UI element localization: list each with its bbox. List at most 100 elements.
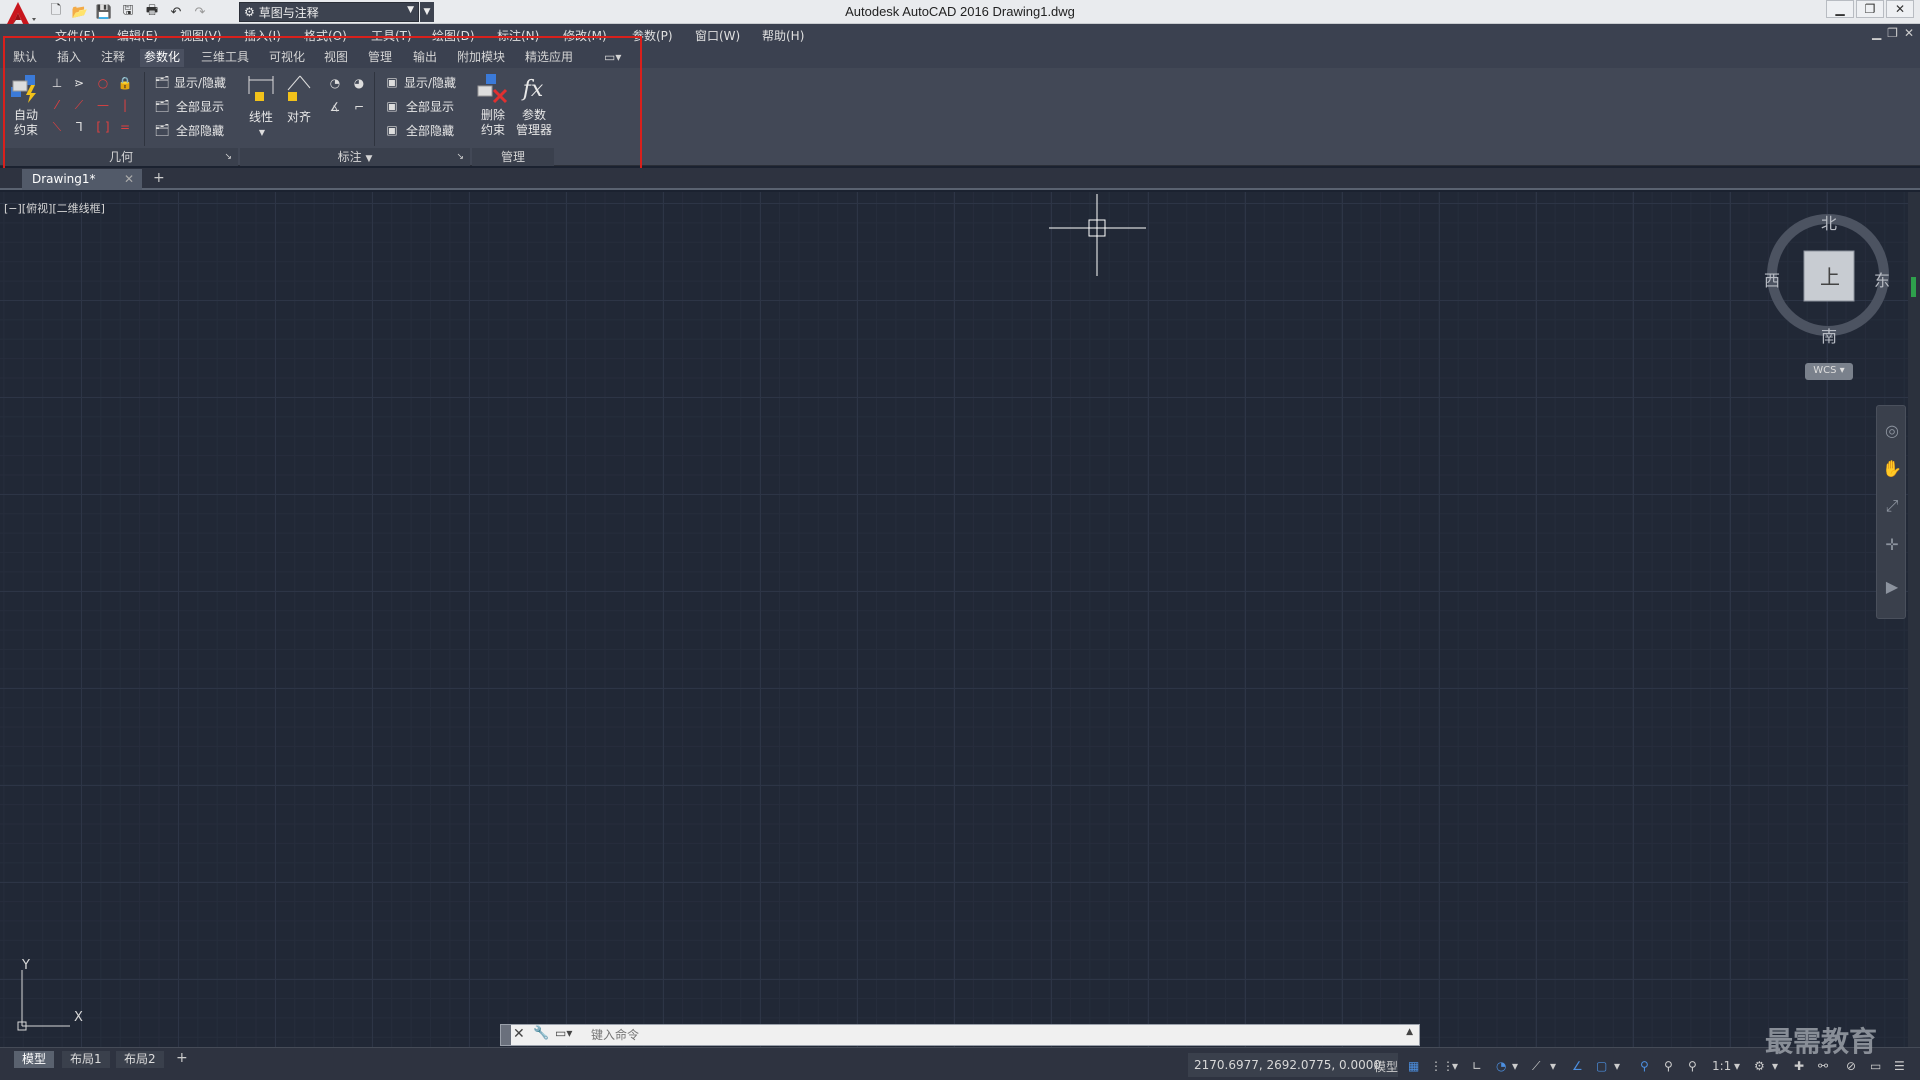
doc-minimize-icon[interactable]: ▁ xyxy=(1872,26,1881,40)
collinear-icon[interactable]: ⋗ xyxy=(70,74,88,92)
panel-dimensional-footer[interactable]: 标注 ▼ ↘ xyxy=(240,148,470,166)
compass-north[interactable]: 北 xyxy=(1821,210,1837,234)
annotation-visibility-icon[interactable]: ⚲ xyxy=(1640,1058,1649,1074)
document-tab[interactable]: Drawing1* ✕ xyxy=(22,169,142,190)
tab-addins[interactable]: 附加模块 xyxy=(453,49,509,67)
tab-parametric[interactable]: 参数化 xyxy=(140,49,185,67)
object-snap-icon[interactable]: ▢ xyxy=(1596,1058,1607,1074)
orbit-icon[interactable]: ✛ xyxy=(1882,534,1902,554)
object-snap-tracking-icon[interactable]: ∠ xyxy=(1572,1058,1583,1074)
menu-draw[interactable]: 绘图(D) xyxy=(432,27,475,44)
dimensional-show-hide[interactable]: 显示/隐藏 xyxy=(404,74,456,91)
angular-icon[interactable]: ∡ xyxy=(326,98,344,116)
menu-window[interactable]: 窗口(W) xyxy=(695,27,740,44)
fix-lock-icon[interactable]: 🔒 xyxy=(116,74,134,92)
model-space-toggle[interactable]: 模型 xyxy=(1374,1058,1398,1074)
menu-edit[interactable]: 编辑(E) xyxy=(117,27,158,44)
close-icon[interactable]: ✕ xyxy=(124,169,134,189)
menu-format[interactable]: 格式(O) xyxy=(304,27,347,44)
perpendicular-icon[interactable]: ⟋ xyxy=(70,96,88,114)
drawing-canvas[interactable] xyxy=(0,192,1908,1047)
tab-manage[interactable]: 管理 xyxy=(364,49,396,67)
doc-restore-icon[interactable]: ❐ xyxy=(1887,26,1898,40)
zoom-extents-icon[interactable]: ⤢ xyxy=(1882,496,1902,516)
menu-parametric[interactable]: 参数(P) xyxy=(632,27,673,44)
compass-east[interactable]: 东 xyxy=(1874,267,1890,291)
polar-dropdown-icon[interactable]: ▾ xyxy=(1512,1058,1518,1074)
coincident-icon[interactable]: ⊥ xyxy=(48,74,66,92)
wrench-icon[interactable]: 🔧 xyxy=(533,1026,549,1041)
auto-constrain-icon[interactable] xyxy=(8,71,44,105)
viewport-controls-label[interactable]: [−][俯视][二维线框] xyxy=(4,200,105,216)
restore-button[interactable]: ❐ xyxy=(1856,0,1884,18)
workspace-dropdown-icon[interactable]: ▾ xyxy=(1772,1058,1778,1074)
panel-geometry-footer[interactable]: 几何 ↘ xyxy=(4,148,238,166)
viewcube[interactable]: 北 南 东 西 上 xyxy=(1762,205,1894,347)
symmetric-icon[interactable]: [ ] xyxy=(94,118,112,136)
menu-file[interactable]: 文件(F) xyxy=(55,27,95,44)
dialog-launcher-icon[interactable]: ↘ xyxy=(224,148,232,166)
object-snap-dropdown-icon[interactable]: ▾ xyxy=(1614,1058,1620,1074)
delete-constraints-icon[interactable] xyxy=(476,72,510,106)
menu-dimension[interactable]: 标注(N) xyxy=(497,27,539,44)
isodraft-dropdown-icon[interactable]: ▾ xyxy=(1550,1058,1556,1074)
parameters-manager-label[interactable]: 参数 管理器 xyxy=(512,108,556,138)
parameters-manager-icon[interactable]: fx xyxy=(516,72,550,106)
command-input[interactable] xyxy=(591,1026,1371,1044)
parallel-icon[interactable]: ⁄ xyxy=(48,96,66,114)
compass-south[interactable]: 南 xyxy=(1821,323,1837,347)
workspace-gear-icon[interactable]: ⚙ xyxy=(1754,1058,1765,1074)
grid-icon[interactable]: ▦ xyxy=(1408,1058,1419,1074)
tab-annotate[interactable]: 注释 xyxy=(97,49,129,67)
aligned-dimension-icon[interactable] xyxy=(284,72,314,104)
tab-3d-tools[interactable]: 三维工具 xyxy=(197,49,253,67)
pan-icon[interactable]: ✋ xyxy=(1882,458,1902,478)
horizontal-icon[interactable]: — xyxy=(94,96,112,114)
polar-tracking-icon[interactable]: ◔ xyxy=(1496,1058,1506,1074)
ortho-icon[interactable]: ∟ xyxy=(1472,1058,1482,1074)
chevron-up-icon[interactable]: ▲ xyxy=(1406,1027,1413,1037)
menu-insert[interactable]: 插入(I) xyxy=(244,27,281,44)
minimize-button[interactable]: ▁ xyxy=(1826,0,1854,18)
close-icon[interactable]: ✕ xyxy=(513,1026,525,1042)
customize-menu-icon[interactable]: ☰ xyxy=(1894,1058,1905,1074)
tab-default[interactable]: 默认 xyxy=(9,49,41,67)
annotation-scale-icon[interactable]: ⚲ xyxy=(1688,1058,1697,1074)
compass-west[interactable]: 西 xyxy=(1764,267,1780,291)
geometry-show-all[interactable]: 全部显示 xyxy=(176,98,224,115)
auto-constrain-label[interactable]: 自动 约束 xyxy=(6,108,46,138)
tab-featured-apps[interactable]: 精选应用 xyxy=(521,49,577,67)
tab-view[interactable]: 视图 xyxy=(320,49,352,67)
annotation-monitor-icon[interactable]: ✚ xyxy=(1794,1058,1804,1074)
vertical-icon[interactable]: | xyxy=(116,96,134,114)
linear-dimension-icon[interactable] xyxy=(246,72,276,104)
auto-scale-icon[interactable]: ⚲ xyxy=(1664,1058,1673,1074)
wcs-menu-button[interactable]: WCS ▾ xyxy=(1805,363,1853,380)
new-tab-button[interactable]: + xyxy=(153,170,165,186)
coordinate-readout[interactable]: 2170.6977, 2692.0775, 0.0000 xyxy=(1188,1053,1398,1077)
layout-tab-2[interactable]: 布局2 xyxy=(116,1051,164,1068)
menu-help[interactable]: 帮助(H) xyxy=(762,27,804,44)
menu-view[interactable]: 视图(V) xyxy=(180,27,222,44)
layout-tab-1[interactable]: 布局1 xyxy=(62,1051,110,1068)
concentric-icon[interactable]: ○ xyxy=(94,74,112,92)
dimensional-hide-all[interactable]: 全部隐藏 xyxy=(406,122,454,139)
scale-dropdown-icon[interactable]: ▾ xyxy=(1734,1058,1740,1074)
convert-icon[interactable]: ⌐ xyxy=(350,98,368,116)
isolate-objects-icon[interactable]: ⊘ xyxy=(1846,1058,1856,1074)
add-layout-button[interactable]: + xyxy=(176,1050,188,1066)
tab-output[interactable]: 输出 xyxy=(409,49,441,67)
command-line-grip[interactable] xyxy=(501,1025,511,1045)
geometry-hide-all[interactable]: 全部隐藏 xyxy=(176,122,224,139)
annotation-scale-value[interactable]: 1:1 xyxy=(1712,1058,1731,1074)
units-icon[interactable]: ⚯ xyxy=(1818,1058,1828,1074)
doc-close-icon[interactable]: ✕ xyxy=(1904,26,1914,40)
geometry-show-hide[interactable]: 显示/隐藏 xyxy=(174,74,226,91)
linear-dropdown-icon[interactable]: ▼ xyxy=(254,126,270,138)
radius-icon[interactable]: ◔ xyxy=(326,74,344,92)
viewcube-top-face[interactable]: 上 xyxy=(1820,261,1840,290)
ribbon-minimize-toggle-icon[interactable]: ▭▾ xyxy=(600,49,625,67)
command-history-icon[interactable]: ▭▾ xyxy=(555,1026,572,1040)
isodraft-icon[interactable]: ⟋ xyxy=(1532,1058,1540,1074)
dialog-launcher-icon[interactable]: ↘ xyxy=(456,148,464,166)
